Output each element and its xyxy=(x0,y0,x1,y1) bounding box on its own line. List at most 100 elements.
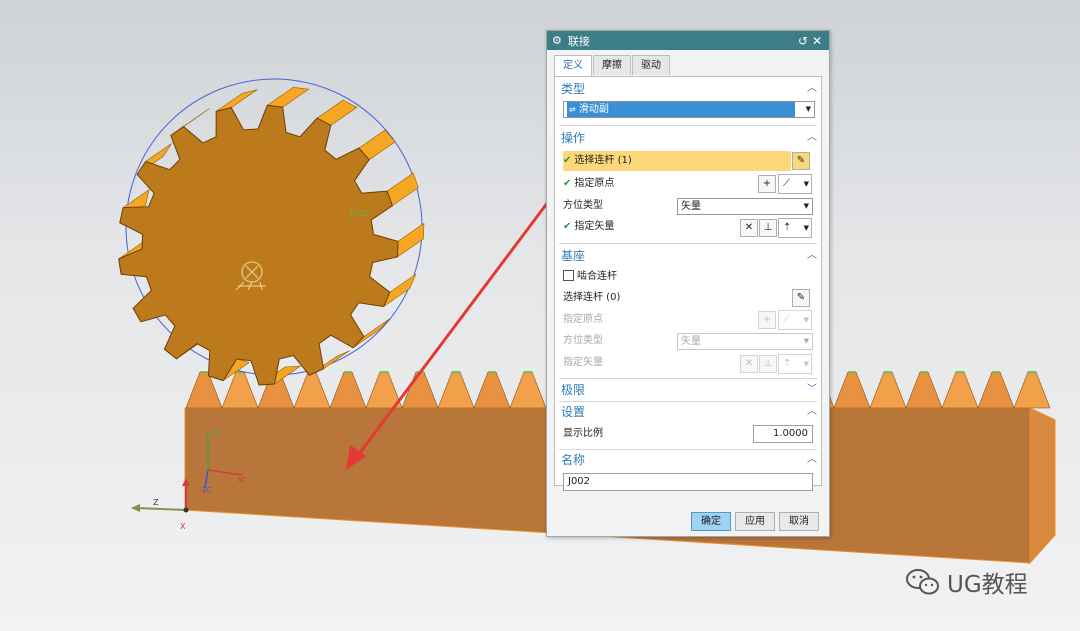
rack-tooth xyxy=(869,371,907,409)
checkmark-icon: ✔ xyxy=(563,155,572,166)
close-icon[interactable]: ✕ xyxy=(810,34,824,48)
wechat-icon xyxy=(906,569,939,595)
rack-tooth xyxy=(1013,371,1051,409)
base-select-link-button[interactable]: ✎ xyxy=(792,289,810,307)
rack-tooth xyxy=(977,371,1015,409)
limits-section-header[interactable]: 极限 ﹀ xyxy=(561,381,817,399)
rack-tooth xyxy=(437,371,475,409)
base-specify-vector-label: 指定矢量 xyxy=(563,357,603,368)
action-heading: 操作 xyxy=(561,131,586,145)
rack-tooth xyxy=(905,371,943,409)
base-vector-inference-select: ⇡ ▼ xyxy=(778,354,812,374)
reverse-direction-button[interactable]: ✕ xyxy=(740,219,758,237)
rack-tooth xyxy=(833,371,871,409)
gear-face xyxy=(118,104,399,386)
gear-tooth xyxy=(383,273,417,308)
rack-tooth xyxy=(329,371,367,409)
absolute-csys-icon: Z X xyxy=(131,478,190,531)
chevron-up-icon[interactable]: ︿ xyxy=(807,451,817,469)
gear-tooth xyxy=(386,172,419,207)
chevron-up-icon[interactable]: ︿ xyxy=(807,129,817,147)
mesh-link-checkbox[interactable]: 啮合连杆 xyxy=(563,267,713,287)
vector-dialog-button[interactable]: ⊥ xyxy=(759,219,777,237)
gear-label: J002 xyxy=(349,209,370,219)
tab-driver[interactable]: 驱动 xyxy=(632,55,670,75)
rack-tooth xyxy=(473,371,511,409)
divider xyxy=(559,125,817,126)
joint-dialog: ⚙ 联接 ↺ ✕ 定义 摩擦 驱动 类型 ︿ ⇌ 滑动副 ▼ 操作 ︿ ✔ 选择连… xyxy=(546,30,830,537)
chevron-down-icon: ▼ xyxy=(805,105,811,113)
select-link-label: 选择连杆 (1) xyxy=(574,155,632,166)
checkmark-icon: ✔ xyxy=(563,221,572,232)
reset-icon[interactable]: ↺ xyxy=(796,34,810,48)
display-scale-input[interactable]: 1.0000 xyxy=(753,425,813,443)
base-select-link-label: 选择连杆 (0) xyxy=(563,292,621,303)
base-specify-origin-label: 指定原点 xyxy=(563,314,603,325)
graphics-viewport[interactable]: J002 YC XC ZC Z X xyxy=(0,0,1080,631)
display-scale-label: 显示比例 xyxy=(563,428,603,439)
specify-vector-row: ✔ 指定矢量 xyxy=(563,221,615,232)
point-inference-select[interactable]: ⟋ ▼ xyxy=(778,174,812,194)
joint-type-value: 滑动副 xyxy=(578,104,609,115)
base-point-inference-select: ⟋ ▼ xyxy=(778,310,812,330)
limits-heading: 极限 xyxy=(561,383,586,397)
name-heading: 名称 xyxy=(561,453,586,467)
rack-tooth xyxy=(509,371,547,409)
spur-gear-model[interactable]: J002 xyxy=(118,78,425,386)
base-orientation-type-select: 矢量 ▼ xyxy=(677,333,813,350)
orientation-type-select[interactable]: 矢量 ▼ xyxy=(677,198,813,215)
checkbox[interactable] xyxy=(563,270,574,281)
base-reverse-direction-button: ✕ xyxy=(740,355,758,373)
point-dialog-button[interactable]: + xyxy=(758,175,776,193)
svg-text:X: X xyxy=(180,522,186,531)
rack-tooth xyxy=(941,371,979,409)
joint-type-select[interactable]: ⇌ 滑动副 ▼ xyxy=(563,101,815,118)
settings-heading: 设置 xyxy=(561,405,586,419)
svg-text:ZC: ZC xyxy=(202,486,212,494)
ok-button[interactable]: 确定 xyxy=(691,512,731,531)
svg-text:YC: YC xyxy=(210,429,220,437)
definition-panel: 类型 ︿ ⇌ 滑动副 ▼ 操作 ︿ ✔ 选择连杆 (1) ✎ ✔ 指定原点 + ⟋ ▼… xyxy=(554,76,822,491)
tab-definition[interactable]: 定义 xyxy=(554,55,592,76)
chevron-up-icon[interactable]: ︿ xyxy=(807,403,817,421)
rack-tooth xyxy=(293,371,331,409)
orientation-type-label: 方位类型 xyxy=(563,200,603,211)
gear-tooth xyxy=(266,86,310,108)
dialog-titlebar[interactable]: ⚙ 联接 ↺ ✕ xyxy=(547,31,829,50)
type-heading: 类型 xyxy=(561,82,586,96)
chevron-up-icon[interactable]: ︿ xyxy=(807,247,817,265)
gear-icon: ⚙ xyxy=(552,34,562,47)
name-section-header[interactable]: 名称 ︿ xyxy=(561,451,817,469)
joint-name-input[interactable]: J002 xyxy=(563,473,813,491)
chevron-down-icon: ▼ xyxy=(803,337,809,345)
watermark: UG教程 xyxy=(905,565,1028,599)
base-heading: 基座 xyxy=(561,249,586,263)
dialog-title: 联接 xyxy=(567,34,590,48)
select-link-row[interactable]: ✔ 选择连杆 (1) xyxy=(563,151,791,171)
chevron-up-icon[interactable]: ︿ xyxy=(807,80,817,98)
cancel-button[interactable]: 取消 xyxy=(779,512,819,531)
tab-friction[interactable]: 摩擦 xyxy=(593,55,631,75)
base-orientation-type-label: 方位类型 xyxy=(563,335,603,346)
divider xyxy=(559,449,817,450)
checkmark-icon: ✔ xyxy=(563,178,572,189)
chevron-down-icon[interactable]: ﹀ xyxy=(807,381,817,399)
gear-tooth xyxy=(216,89,258,112)
chevron-down-icon: ▼ xyxy=(803,202,809,210)
rack-side-face xyxy=(1029,407,1056,565)
settings-section-header[interactable]: 设置 ︿ xyxy=(561,403,817,421)
action-section-header[interactable]: 操作 ︿ xyxy=(561,129,817,147)
vector-inference-select[interactable]: ⇡ ▼ xyxy=(778,218,812,238)
base-vector-dialog-button: ⊥ xyxy=(759,355,777,373)
base-point-dialog-button: + xyxy=(758,311,776,329)
svg-text:XC: XC xyxy=(237,476,246,484)
base-section-header[interactable]: 基座 ︿ xyxy=(561,247,817,265)
slider-joint-icon: ⇌ xyxy=(569,105,576,114)
specify-origin-row: ✔ 指定原点 xyxy=(563,178,615,189)
type-section-header[interactable]: 类型 ︿ xyxy=(561,80,817,98)
watermark-text: UG教程 xyxy=(947,572,1028,598)
apply-button[interactable]: 应用 xyxy=(735,512,775,531)
divider xyxy=(559,243,817,244)
tab-bar: 定义 摩擦 驱动 xyxy=(547,50,829,76)
select-link-button[interactable]: ✎ xyxy=(792,152,810,170)
